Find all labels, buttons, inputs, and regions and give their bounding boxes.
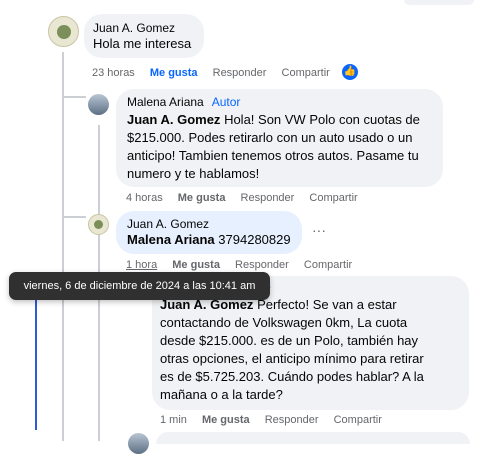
next-comment-bubble bbox=[156, 432, 470, 444]
comment-text-line: contactando de Volkswagen 0km, La cuota bbox=[160, 315, 408, 330]
comment-text: Juan A. Gomez Perfecto! Se van a estar c… bbox=[160, 296, 461, 404]
comment-text: Malena Ariana 3794280829 bbox=[127, 231, 291, 249]
thread-branch bbox=[62, 216, 86, 218]
thread-line bbox=[62, 52, 64, 441]
avatar[interactable] bbox=[88, 94, 109, 115]
comment-author-partial: or bbox=[260, 282, 461, 296]
like-button[interactable]: Me gusta bbox=[172, 259, 220, 271]
like-button[interactable]: Me gusta bbox=[150, 67, 198, 79]
comment-text-line: mañana o a la tarde? bbox=[160, 387, 283, 402]
share-button[interactable]: Compartir bbox=[282, 67, 330, 79]
comment-text-line: numero y te hablamos! bbox=[127, 166, 260, 181]
avatar[interactable] bbox=[88, 214, 109, 235]
comment-timestamp[interactable]: 1 min bbox=[160, 414, 187, 426]
mention-link[interactable]: Malena Ariana bbox=[127, 232, 215, 247]
phone-number: 3794280829 bbox=[218, 232, 291, 247]
comment-timestamp[interactable]: 4 horas bbox=[126, 192, 163, 204]
comment-text-line: desde $215.000. es de un Polo, también h… bbox=[160, 333, 419, 348]
like-button[interactable]: Me gusta bbox=[178, 192, 226, 204]
avatar[interactable] bbox=[48, 16, 79, 47]
thread-branch bbox=[62, 96, 86, 98]
comment-text-line: $215.000. Podes retirarlo con un auto us… bbox=[127, 130, 413, 145]
comment-actions: 23 horas Me gusta Responder Compartir bbox=[92, 67, 342, 79]
mention-link[interactable]: Juan A. Gomez bbox=[127, 112, 220, 127]
comment-actions: 4 horas Me gusta Responder Compartir bbox=[126, 192, 370, 204]
avatar[interactable] bbox=[128, 433, 149, 454]
comment-text-line: Perfecto! Se van a estar bbox=[257, 297, 397, 312]
comment-author[interactable]: Juan A. Gomez bbox=[93, 21, 195, 35]
comment-author[interactable]: Juan A. Gomez bbox=[127, 217, 291, 231]
previous-comment-bubble bbox=[404, 0, 474, 5]
comment-text: Juan A. Gomez Hola! Son VW Polo con cuot… bbox=[127, 111, 432, 183]
reply-button[interactable]: Responder bbox=[241, 192, 295, 204]
comment-author-line: Malena Ariana Autor bbox=[127, 95, 432, 109]
author-badge: Autor bbox=[211, 95, 241, 109]
comment-text-line: es de $5.725.203. Cuándo podes hablar? A… bbox=[160, 369, 424, 384]
timestamp-tooltip: viernes, 6 de diciembre de 2024 a las 10… bbox=[9, 272, 270, 300]
comment-text: Hola me interesa bbox=[93, 36, 192, 51]
like-reaction-icon[interactable]: 👍 bbox=[342, 64, 358, 80]
comment-timestamp[interactable]: 23 horas bbox=[92, 67, 135, 79]
comment-bubble: Juan A. Gomez Hola me interesa bbox=[84, 14, 204, 58]
share-button[interactable]: Compartir bbox=[304, 259, 352, 271]
like-button[interactable]: Me gusta bbox=[202, 414, 250, 426]
tooltip-text: viernes, 6 de diciembre de 2024 a las 10… bbox=[23, 280, 256, 292]
comment-bubble-highlighted: Juan A. Gomez Malena Ariana 3794280829 bbox=[116, 211, 302, 254]
comment-actions: 1 hora Me gusta Responder Compartir bbox=[126, 259, 364, 271]
reply-button[interactable]: Responder bbox=[265, 414, 319, 426]
comment-text-line: otras opciones, el anticipo mínimo para … bbox=[160, 351, 424, 366]
more-options-icon[interactable]: ··· bbox=[312, 222, 326, 238]
comment-bubble: Malena Ariana Autor Juan A. Gomez Hola! S… bbox=[116, 89, 443, 187]
comment-text-line: Hola! Son VW Polo con cuotas de bbox=[224, 112, 420, 127]
comment-text-line: anticipo! Tambien tenemos otros autos. P… bbox=[127, 148, 419, 163]
reply-button[interactable]: Responder bbox=[235, 259, 289, 271]
reply-button[interactable]: Responder bbox=[213, 67, 267, 79]
comment-timestamp[interactable]: 1 hora bbox=[126, 259, 157, 271]
thread-line-highlight bbox=[35, 285, 37, 430]
comment-author[interactable]: Malena Ariana bbox=[127, 95, 204, 109]
comment-actions: 1 min Me gusta Responder Compartir bbox=[160, 414, 394, 426]
share-button[interactable]: Compartir bbox=[309, 192, 357, 204]
share-button[interactable]: Compartir bbox=[334, 414, 382, 426]
